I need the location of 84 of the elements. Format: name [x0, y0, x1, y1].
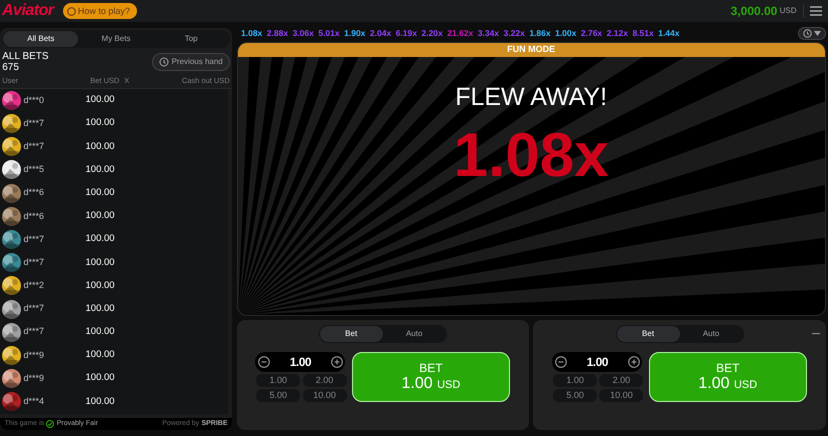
user-name: d***6: [24, 186, 46, 200]
history-icon: [802, 28, 812, 38]
minus-icon[interactable]: [554, 356, 567, 368]
quick-amount-button[interactable]: 10.00: [302, 389, 347, 402]
user-name: d***7: [24, 325, 46, 338]
bet-amount: 100.00: [86, 186, 115, 200]
bets-tab[interactable]: Top: [154, 31, 229, 48]
previous-hand-button[interactable]: Previous hand: [152, 52, 230, 70]
bet-amount: 100.00: [86, 140, 115, 154]
bet-amount: 100.00: [86, 93, 115, 108]
multiplier-item: 1.90x: [344, 26, 366, 40]
how-to-play-button[interactable]: How to play?: [62, 3, 137, 19]
bets-tab[interactable]: My Bets: [78, 31, 154, 48]
bet-amount: 100.00: [86, 256, 115, 270]
plus-icon[interactable]: [628, 356, 640, 368]
plus-icon[interactable]: [331, 356, 344, 368]
balance-amount: 3,000.00: [730, 3, 778, 20]
quick-amount-button[interactable]: 5.00: [256, 389, 300, 402]
multiplier-item: 1.44x: [658, 26, 680, 40]
user-name: d***4: [24, 395, 46, 408]
bet-amount: 100.00: [86, 394, 115, 409]
multiplier-item: 1.08x: [241, 26, 262, 40]
quick-amount-button[interactable]: 2.00: [599, 374, 644, 387]
mode-banner: FUN MODE: [238, 42, 825, 57]
bet-mode-tab[interactable]: Auto: [382, 326, 446, 342]
bet-amount: 100.00: [86, 371, 115, 386]
bet-amount: 100.00: [86, 232, 115, 246]
bet-amount: 100.00: [86, 162, 115, 177]
bet-amount: 100.00: [86, 348, 115, 362]
bets-tab[interactable]: All Bets: [3, 31, 78, 48]
user-name: d***2: [24, 279, 46, 292]
menu-icon[interactable]: [810, 6, 822, 16]
multiplier-item: 2.12x: [606, 26, 628, 40]
user-name: d***7: [24, 256, 46, 269]
bet-amount: 100.00: [86, 116, 115, 130]
help-icon: [66, 6, 76, 16]
bet-amount: 100.00: [86, 278, 115, 293]
caret-icon: [814, 30, 821, 36]
multiplier-item: 3.34x: [478, 26, 500, 40]
user-name: d***9: [24, 348, 46, 362]
user-name: d***9: [24, 372, 46, 385]
quick-amount-button[interactable]: 1.00: [256, 374, 300, 387]
multiplier-item: 8.51x: [632, 26, 654, 40]
bet-button[interactable]: BET 1.00 USD: [352, 352, 510, 402]
minimize-icon[interactable]: [812, 333, 820, 336]
multiplier-item: 2.04x: [370, 26, 392, 40]
minus-icon[interactable]: [258, 356, 270, 368]
user-name: d***5: [24, 163, 46, 176]
multiplier-item: 6.19x: [396, 26, 417, 40]
quick-amount-button[interactable]: 1.00: [553, 374, 598, 387]
bet-mode-tab[interactable]: Bet: [320, 326, 383, 342]
multiplier-item: 1.86x: [529, 26, 551, 40]
bets-title: ALL BETS: [2, 50, 49, 62]
multiplier-item: 2.20x: [421, 26, 443, 40]
crash-multiplier: 1.08x: [454, 122, 609, 190]
user-name: d***6: [24, 210, 46, 223]
currency-label: USD: [780, 5, 796, 17]
bet-mode-tab[interactable]: Bet: [616, 326, 680, 342]
quick-amount-button[interactable]: 2.00: [302, 374, 347, 387]
multiplier-item: 3.22x: [504, 26, 525, 40]
user-name: d***7: [24, 232, 46, 246]
user-name: d***7: [24, 116, 46, 130]
quick-amount-button[interactable]: 10.00: [599, 389, 644, 402]
flew-away-message: FLEW AWAY!: [455, 82, 608, 113]
history-icon: [159, 56, 170, 66]
multiplier-item: 2.76x: [580, 26, 602, 40]
bet-button[interactable]: BET 1.00 USD: [648, 352, 807, 402]
user-name: d***7: [24, 140, 46, 153]
bets-count: 675: [2, 62, 20, 72]
bet-amount: 100.00: [86, 209, 115, 224]
bet-amount: 100.00: [86, 325, 115, 340]
bet-mode-tab[interactable]: Auto: [680, 326, 743, 342]
user-name: d***0: [24, 94, 46, 107]
logo: Aviator: [2, 1, 54, 21]
quick-amount-button[interactable]: 5.00: [553, 389, 598, 402]
user-name: d***7: [24, 302, 46, 316]
history-toggle-button[interactable]: [798, 26, 826, 40]
bet-amount: 100.00: [86, 302, 115, 316]
multiplier-item: 21.62x: [447, 26, 474, 40]
multiplier-item: 2.88x: [266, 26, 288, 40]
check-icon: [46, 420, 54, 428]
multiplier-item: 1.00x: [555, 26, 576, 40]
multiplier-item: 3.06x: [292, 26, 314, 40]
multiplier-item: 5.01x: [318, 26, 340, 40]
